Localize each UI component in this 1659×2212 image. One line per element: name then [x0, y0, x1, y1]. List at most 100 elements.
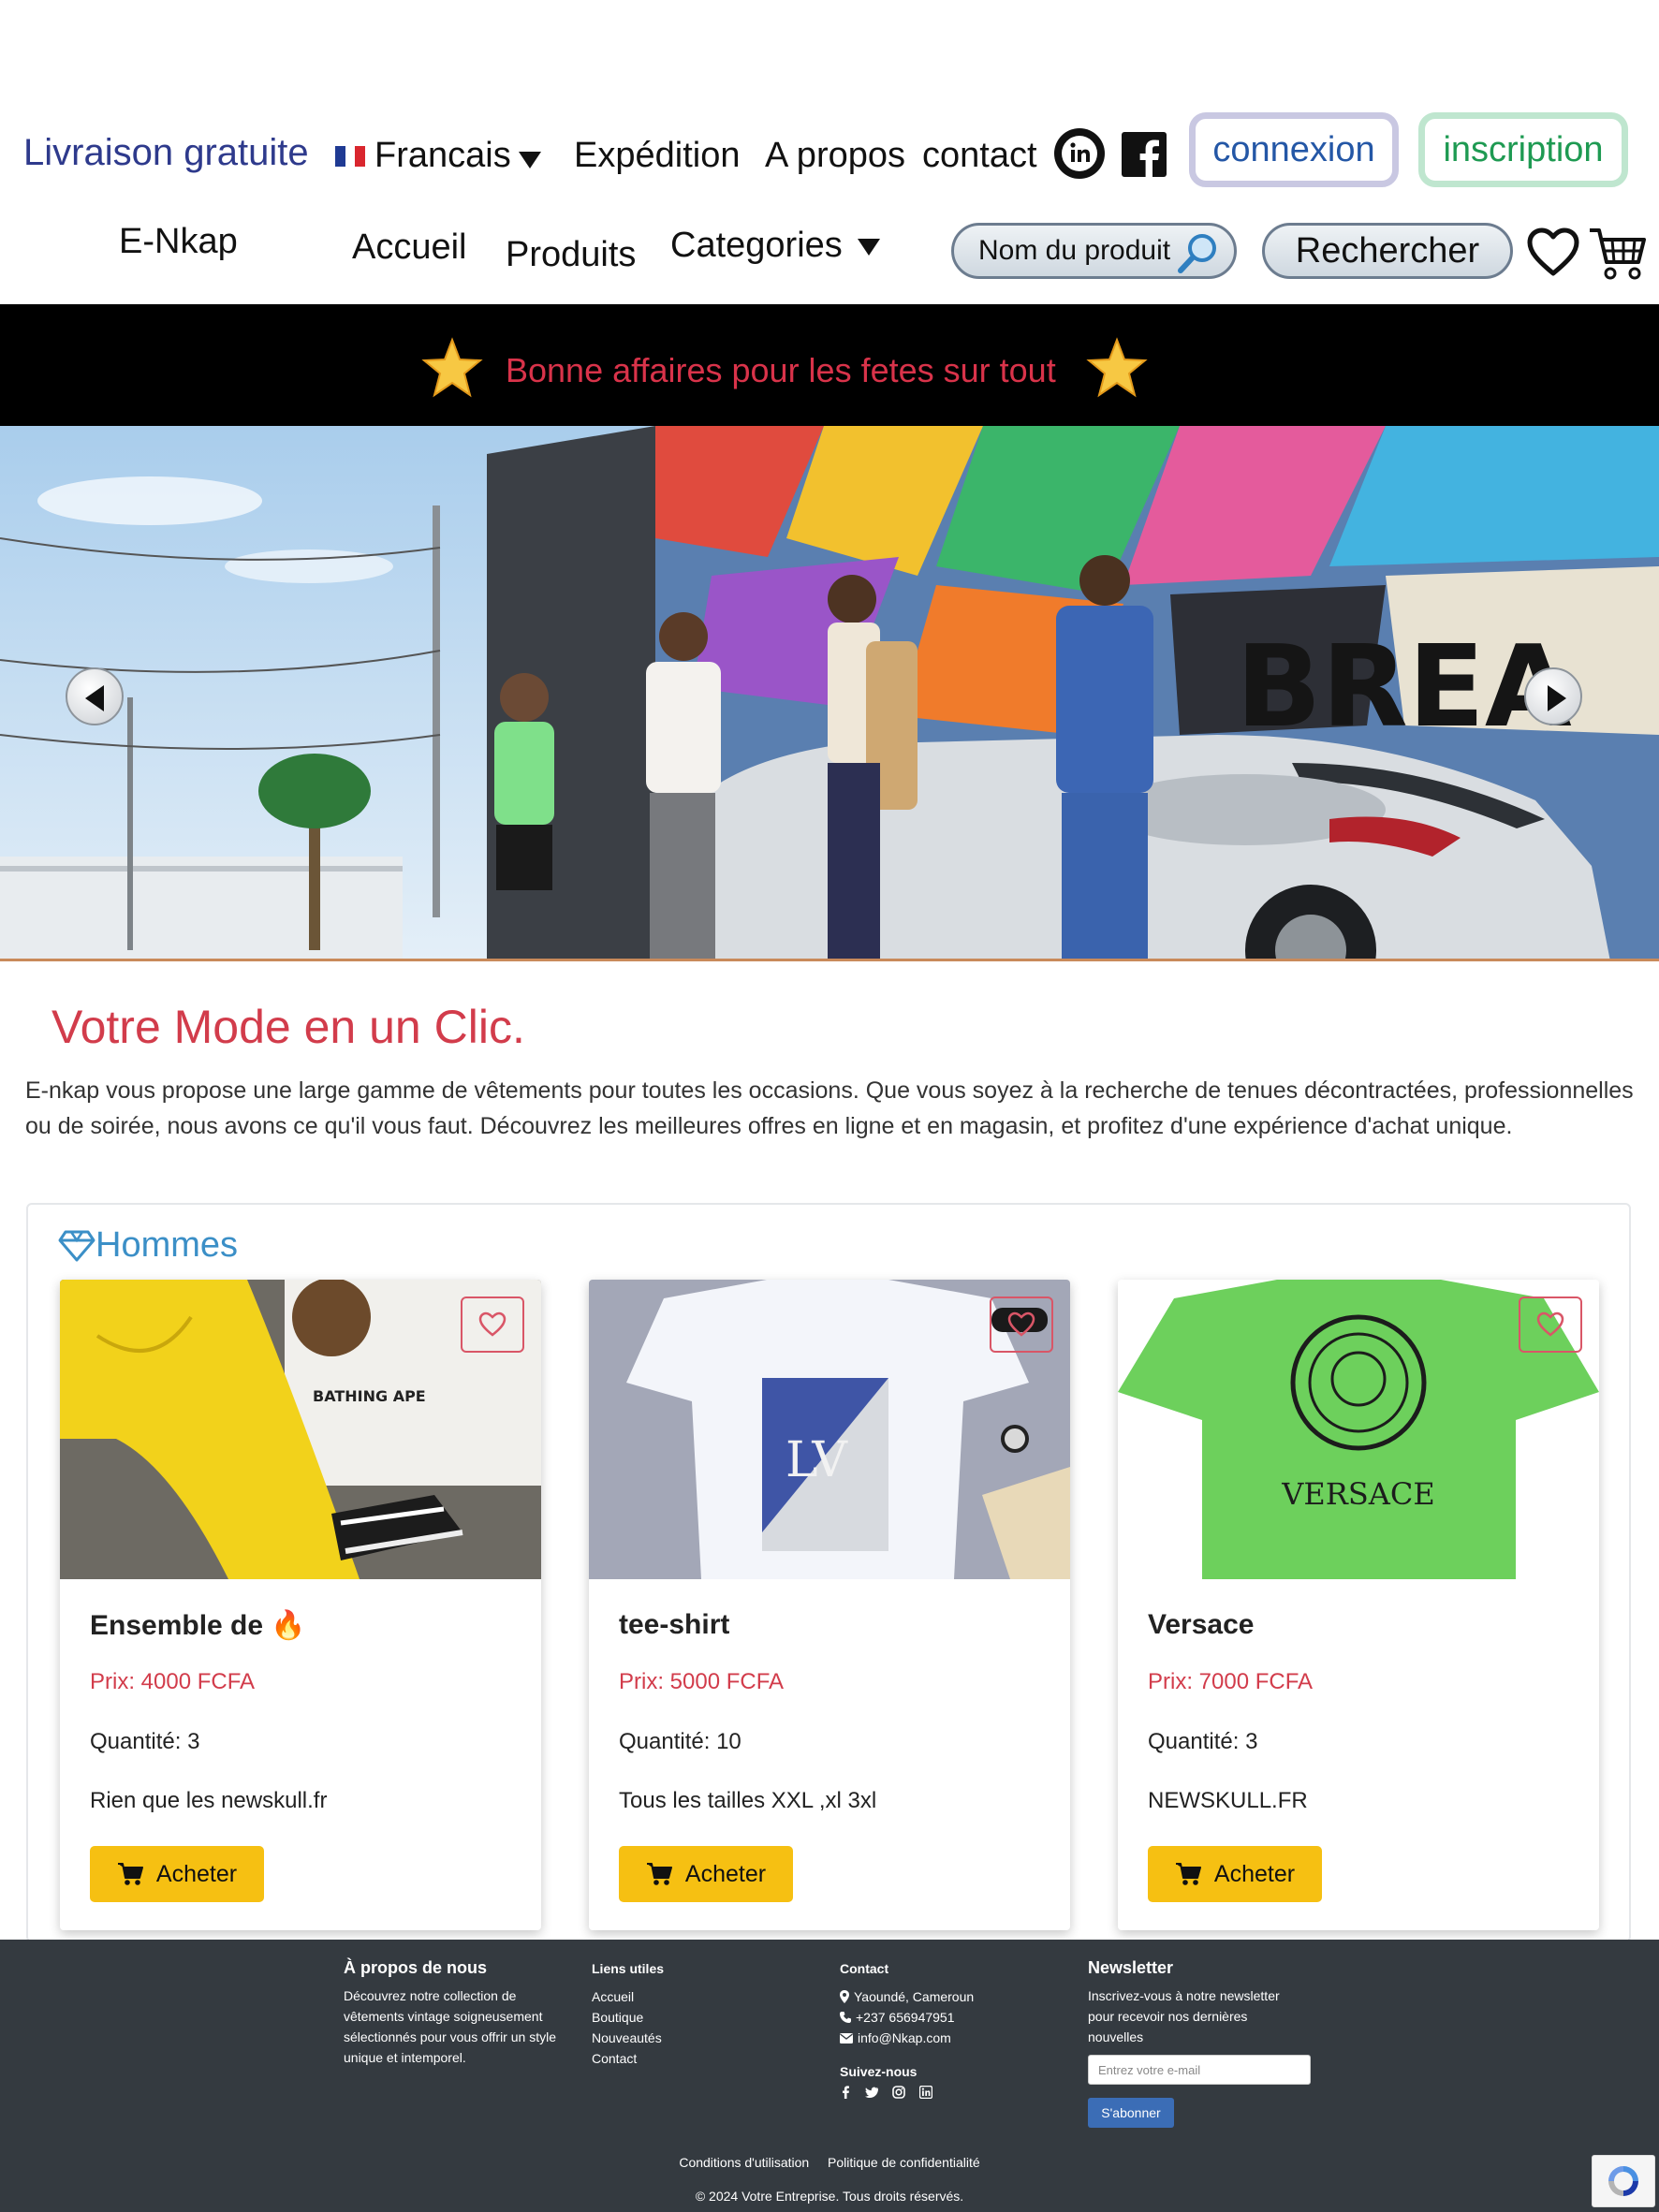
linkedin-icon[interactable] [919, 2086, 932, 2099]
carousel-prev-button[interactable] [66, 667, 124, 725]
instagram-icon[interactable] [892, 2086, 905, 2099]
heart-icon [478, 1311, 507, 1337]
heart-icon [1007, 1311, 1035, 1337]
search-placeholder: Nom du produit [978, 235, 1171, 266]
products-section: Hommes BATHING APE Ensemble de 🔥 Prix: 4… [26, 1203, 1631, 1942]
facebook-icon[interactable] [1120, 130, 1168, 179]
copyright-text: © 2024 Votre Entreprise. Tous droits rés… [695, 2189, 964, 2204]
footer-social-icons [840, 2086, 1064, 2099]
twitter-icon[interactable] [865, 2086, 878, 2099]
product-price: Prix: 4000 FCFA [90, 1669, 256, 1694]
footer-about-title: À propos de nous [344, 1958, 487, 1977]
product-price: Prix: 7000 FCFA [1148, 1669, 1314, 1694]
star-icon [421, 337, 483, 398]
link-expedition[interactable]: Expédition [574, 136, 740, 176]
buy-button[interactable]: Acheter [1148, 1846, 1322, 1902]
search-input[interactable]: Nom du produit [951, 223, 1237, 279]
categories-label: Categories [670, 226, 843, 265]
diamond-icon [58, 1230, 95, 1261]
buy-button-label: Acheter [155, 1860, 238, 1887]
footer-contact-title: Contact [840, 1961, 889, 1976]
svg-text:BREA: BREA [1236, 623, 1572, 753]
cart-icon [1175, 1863, 1201, 1885]
person-figure [1056, 555, 1153, 959]
product-name: Versace [1148, 1609, 1255, 1640]
hero-carousel[interactable]: BREA [0, 426, 1659, 961]
search-button[interactable]: Rechercher [1262, 223, 1513, 279]
caret-down-icon [518, 151, 541, 168]
product-description: NEWSKULL.FR [1148, 1788, 1308, 1813]
nav-accueil[interactable]: Accueil [352, 227, 467, 268]
language-label: Francais [374, 136, 511, 175]
svg-text:BATHING APE: BATHING APE [313, 1387, 426, 1405]
footer-about: À propos de nous Découvrez notre collect… [344, 1958, 568, 2068]
nav-produits[interactable]: Produits [506, 235, 636, 275]
heart-icon [1536, 1311, 1564, 1337]
intro-text: E-nkap vous propose une large gamme de v… [25, 1077, 1634, 1139]
product-card: LV tee-shirt Prix: 5000 FCFA Quantité: 1… [589, 1280, 1070, 1930]
footer-phone-text[interactable]: +237 656947951 [856, 2007, 955, 2028]
footer-newsletter: Newsletter Inscrivez-vous à notre newsle… [1088, 1958, 1313, 2128]
footer-phone: +237 656947951 [840, 2007, 1064, 2028]
hero-image: BREA [0, 426, 1659, 959]
search-icon [1178, 234, 1216, 273]
brand-logo[interactable]: E-Nkap [119, 222, 238, 262]
login-button[interactable]: connexion [1189, 112, 1399, 187]
promo-banner: Bonne affaires pour les fetes sur tout [0, 304, 1659, 426]
product-name: tee-shirt [619, 1609, 730, 1640]
product-description: Tous les tailles XXL ,xl 3xl [619, 1788, 877, 1813]
nav-categories[interactable]: Categories [670, 226, 880, 266]
product-price: Prix: 5000 FCFA [619, 1669, 785, 1694]
product-quantity: Quantité: 3 [1148, 1729, 1258, 1754]
product-name: Ensemble de 🔥 [90, 1610, 306, 1641]
recaptcha-icon [1608, 2166, 1638, 2196]
footer-link-nouveautes[interactable]: Nouveautés [592, 2028, 816, 2048]
footer-address: Yaoundé, Cameroun [840, 1986, 1064, 2007]
buy-button[interactable]: Acheter [90, 1846, 264, 1902]
footer-link-boutique[interactable]: Boutique [592, 2007, 816, 2028]
product-quantity: Quantité: 3 [90, 1729, 200, 1754]
buy-button-label: Acheter [1213, 1860, 1296, 1887]
main-nav: E-Nkap Accueil Produits Categories Nom d… [0, 211, 1659, 304]
footer-email-text[interactable]: info@Nkap.com [858, 2028, 951, 2048]
privacy-link[interactable]: Politique de confidentialité [828, 2155, 980, 2170]
footer-legal-links: Conditions d'utilisation Politique de co… [0, 2155, 1659, 2170]
signup-button[interactable]: inscription [1418, 112, 1628, 187]
link-a-propos[interactable]: A propos [765, 136, 905, 176]
phone-icon [840, 2012, 851, 2023]
svg-text:LV: LV [785, 1432, 848, 1488]
product-quantity: Quantité: 10 [619, 1729, 741, 1754]
terms-link[interactable]: Conditions d'utilisation [679, 2155, 809, 2170]
chevron-right-icon [1548, 685, 1566, 711]
buy-button-label: Acheter [684, 1860, 767, 1887]
favorite-button[interactable] [1519, 1296, 1582, 1353]
linkedin-icon[interactable] [1052, 126, 1107, 181]
person-figure [494, 673, 554, 890]
link-contact[interactable]: contact [922, 136, 1037, 176]
section-title: Hommes [58, 1225, 238, 1266]
favorite-button[interactable] [990, 1296, 1053, 1353]
footer-links: Liens utiles Accueil Boutique Nouveautés… [592, 1958, 816, 2069]
footer-link-accueil[interactable]: Accueil [592, 1986, 816, 2007]
language-selector[interactable]: Francais [335, 136, 541, 176]
promo-text: Bonne affaires pour les fetes sur tout [506, 351, 1056, 389]
envelope-icon [840, 2032, 853, 2044]
carousel-next-button[interactable] [1524, 667, 1582, 725]
cart-icon[interactable] [1588, 225, 1648, 281]
facebook-icon[interactable] [840, 2086, 851, 2099]
recaptcha-badge[interactable] [1592, 2155, 1655, 2207]
star-icon [1086, 337, 1148, 398]
footer-contact: Contact Yaoundé, Cameroun +237 656947951… [840, 1958, 1064, 2099]
footer-link-contact[interactable]: Contact [592, 2048, 816, 2069]
subscribe-button[interactable]: S'abonner [1088, 2098, 1174, 2128]
person-figure [646, 612, 721, 959]
newsletter-email-input[interactable]: Entrez votre e-mail [1088, 2055, 1311, 2085]
buy-button[interactable]: Acheter [619, 1846, 793, 1902]
free-shipping-text: Livraison gratuite [23, 132, 309, 173]
cart-icon [117, 1863, 143, 1885]
footer-email: info@Nkap.com [840, 2028, 1064, 2048]
heart-icon[interactable] [1526, 227, 1580, 279]
footer-follow-title: Suivez-nous [840, 2064, 918, 2079]
favorite-button[interactable] [461, 1296, 524, 1353]
product-card: VERSACE Versace Prix: 7000 FCFA Quantité… [1118, 1280, 1599, 1930]
